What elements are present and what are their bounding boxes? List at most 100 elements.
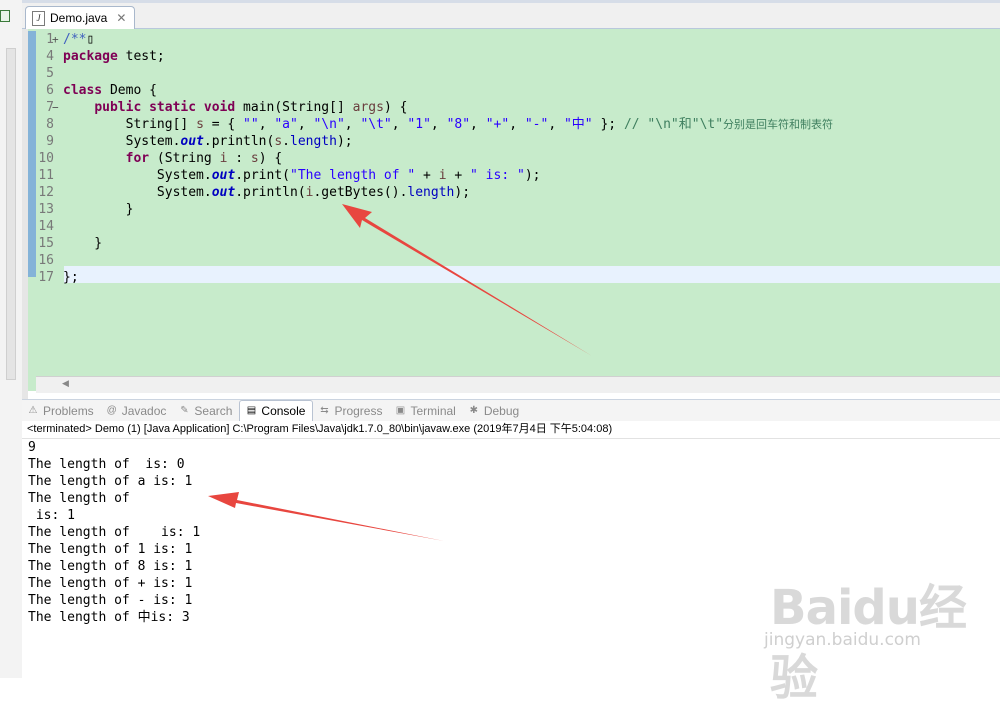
code-token: );	[454, 185, 471, 200]
code-token: out	[211, 168, 236, 183]
code-token: "中"	[563, 117, 593, 132]
tab-bar-border	[22, 0, 1000, 3]
tab-demo-java[interactable]: J Demo.java ✕	[25, 6, 136, 29]
code-token: ) {	[383, 100, 408, 115]
code-text: }	[63, 201, 134, 218]
code-token: +	[446, 168, 471, 183]
editor-horizontal-scrollbar[interactable]: ◀	[36, 376, 1000, 393]
close-tab-icon[interactable]: ✕	[116, 11, 126, 25]
code-text: System.out.println(i.getBytes().length);	[63, 184, 470, 201]
code-line: 1 +/**▯	[22, 31, 1000, 48]
tab-javadoc[interactable]: @ Javadoc	[101, 401, 174, 421]
code-token: s	[250, 151, 259, 166]
code-token: out	[211, 185, 236, 200]
tab-label: Javadoc	[121, 403, 167, 418]
debug-icon: ✱	[469, 404, 479, 416]
console-view-tabs: ⚠ Problems @ Javadoc ✎ Search ▤ Console ⇆ Progres…	[22, 399, 1000, 422]
code-line: 16	[22, 252, 1000, 269]
tab-label: Debug	[483, 403, 520, 418]
code-token: ) {	[258, 151, 283, 166]
package-explorer-icon[interactable]	[0, 10, 10, 22]
tab-label: Search	[194, 403, 233, 418]
fold-toggle-icon[interactable]: +	[52, 31, 62, 48]
code-token: void	[203, 100, 236, 115]
code-token: ,	[509, 117, 525, 132]
code-token: }	[63, 236, 103, 251]
line-number: 14	[38, 219, 54, 234]
code-line: 15 }	[22, 235, 1000, 252]
tab-console[interactable]: ▤ Console	[239, 400, 314, 421]
code-token: System.	[63, 134, 181, 149]
code-text: class Demo {	[63, 82, 157, 99]
line-number: 12	[38, 185, 54, 200]
code-token: "\n"	[313, 117, 345, 132]
code-line: 8 String[] s = { "", "a", "\n", "\t", "1…	[22, 116, 1000, 133]
code-token: "8"	[446, 117, 471, 132]
code-token: ,	[297, 117, 314, 132]
code-token: test;	[117, 49, 165, 64]
line-number: 16	[38, 253, 54, 268]
console-line: The length of 中is: 3	[28, 610, 190, 625]
tab-terminal[interactable]: ▣ Terminal	[389, 401, 462, 421]
code-token: ,	[344, 117, 361, 132]
code-token: s	[196, 117, 204, 132]
java-file-icon: J	[32, 10, 45, 26]
code-token: };	[63, 270, 79, 285]
code-text: }	[63, 235, 102, 252]
tab-search[interactable]: ✎ Search	[173, 401, 239, 421]
code-token: Demo {	[102, 83, 157, 98]
code-text: };	[63, 269, 79, 286]
code-token: (String	[149, 151, 220, 166]
console-line: The length of + is: 1	[28, 576, 193, 591]
code-token: "The length of "	[290, 168, 416, 183]
outline-gutter	[0, 0, 23, 678]
line-number: 9	[46, 134, 54, 149]
line-number: 11	[38, 168, 54, 183]
code-token: }	[63, 202, 134, 217]
tab-progress[interactable]: ⇆ Progress	[313, 401, 389, 421]
code-token: +	[415, 168, 439, 183]
code-token: String[]	[63, 117, 197, 132]
baidu-watermark: Baidu经验 jingyan.baidu.com	[760, 568, 990, 706]
code-token: );	[524, 168, 541, 183]
code-token: ,	[470, 117, 486, 132]
line-number: 15	[38, 236, 54, 251]
code-token: 分别是回车符和制表符	[723, 118, 834, 131]
tab-label: Demo.java	[50, 11, 108, 25]
code-token: ,	[391, 117, 408, 132]
code-token: class	[63, 83, 103, 98]
code-token: System.	[63, 168, 212, 183]
code-text: public static void main(String[] args) {	[63, 99, 407, 116]
code-token: static	[149, 100, 197, 115]
search-icon: ✎	[180, 404, 189, 416]
code-text: System.out.println(s.length);	[63, 133, 353, 150]
console-launch-info: <terminated> Demo (1) [Java Application]…	[22, 421, 1000, 439]
console-line: The length of is: 0	[28, 457, 185, 472]
code-token: ,	[430, 117, 447, 132]
code-token: ""	[243, 117, 259, 132]
tab-problems[interactable]: ⚠ Problems	[22, 401, 101, 421]
code-line: 5	[22, 65, 1000, 82]
tab-debug[interactable]: ✱ Debug	[463, 401, 526, 421]
code-token: );	[336, 134, 353, 149]
code-token: "a"	[274, 117, 298, 132]
scroll-left-icon[interactable]: ◀	[62, 378, 69, 389]
code-line: 4 package test;	[22, 48, 1000, 65]
code-text: package test;	[63, 48, 165, 65]
code-token: = {	[203, 117, 244, 132]
fold-toggle-icon[interactable]: −	[52, 99, 62, 116]
console-line: The length of - is: 1	[28, 593, 193, 608]
code-editor[interactable]: 1 +/**▯ 4 package test; 5 6 class Demo {7− pub…	[22, 29, 1000, 405]
tab-label: Progress	[334, 403, 383, 418]
code-token: "\t"	[360, 117, 392, 132]
console-line: The length of is: 1	[28, 525, 201, 540]
code-token: length	[290, 134, 337, 149]
tab-label: Problems	[43, 403, 94, 418]
code-token: /**	[63, 32, 87, 47]
console-icon: ▤	[246, 405, 257, 416]
code-text: for (String i : s) {	[63, 150, 283, 167]
code-line: 6 class Demo {	[22, 82, 1000, 99]
left-scrollbar[interactable]	[6, 48, 16, 380]
